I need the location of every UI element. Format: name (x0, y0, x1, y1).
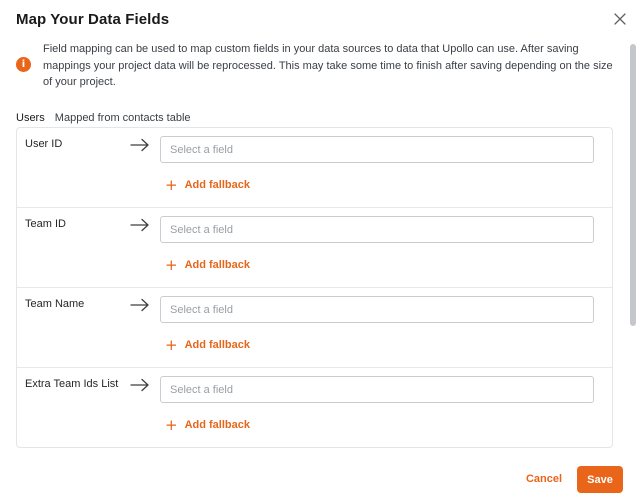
arrow-right-icon (130, 378, 149, 392)
field-select[interactable]: Select a field (160, 376, 594, 403)
field-label: Team ID (25, 218, 66, 230)
add-fallback-label: Add fallback (184, 259, 250, 271)
section-subtitle: Mapped from contacts table (54, 112, 191, 124)
field-mapping-card: User ID Select a field + Add fallback Te… (16, 127, 613, 448)
info-icon: i (16, 57, 31, 72)
close-icon (614, 13, 626, 25)
save-button[interactable]: Save (577, 466, 623, 493)
fields-scroll-region[interactable]: User ID Select a field + Add fallback Te… (0, 127, 628, 453)
close-button[interactable] (610, 9, 630, 29)
cancel-button[interactable]: Cancel (520, 466, 568, 492)
arrow-right-icon (130, 138, 149, 152)
plus-icon: + (165, 176, 178, 194)
vertical-scrollbar[interactable] (629, 40, 637, 454)
field-label: User ID (25, 138, 63, 150)
field-label: Extra Team Ids List (25, 378, 119, 390)
map-data-fields-dialog: Map Your Data Fields i Field mapping can… (0, 0, 640, 504)
plus-icon: + (165, 416, 178, 434)
add-fallback-label: Add fallback (184, 339, 250, 351)
arrow-right-icon (130, 218, 149, 232)
field-select[interactable]: Select a field (160, 216, 594, 243)
field-row-team-name: Team Name Select a field + Add fallback (17, 288, 612, 368)
field-label: Team Name (25, 298, 85, 310)
field-select[interactable]: Select a field (160, 296, 594, 323)
field-row-team-id: Team ID Select a field + Add fallback (17, 208, 612, 288)
field-row-extra-team-ids-list: Extra Team Ids List Select a field + Add… (17, 368, 612, 448)
add-fallback-label: Add fallback (184, 179, 250, 191)
add-fallback-button[interactable]: + Add fallback (165, 256, 250, 274)
arrow-right-icon (130, 298, 149, 312)
dialog-footer: Cancel Save (0, 456, 640, 504)
users-tab[interactable]: Users (16, 112, 45, 124)
plus-icon: + (165, 256, 178, 274)
scrollbar-thumb[interactable] (630, 44, 636, 326)
add-fallback-button[interactable]: + Add fallback (165, 176, 250, 194)
add-fallback-label: Add fallback (184, 419, 250, 431)
section-header: Users Mapped from contacts table (16, 112, 191, 124)
info-text: Field mapping can be used to map custom … (43, 43, 613, 88)
dialog-title: Map Your Data Fields (16, 11, 170, 28)
add-fallback-button[interactable]: + Add fallback (165, 416, 250, 434)
add-fallback-button[interactable]: + Add fallback (165, 336, 250, 354)
plus-icon: + (165, 336, 178, 354)
field-select[interactable]: Select a field (160, 136, 594, 163)
field-row-user-id: User ID Select a field + Add fallback (17, 128, 612, 208)
